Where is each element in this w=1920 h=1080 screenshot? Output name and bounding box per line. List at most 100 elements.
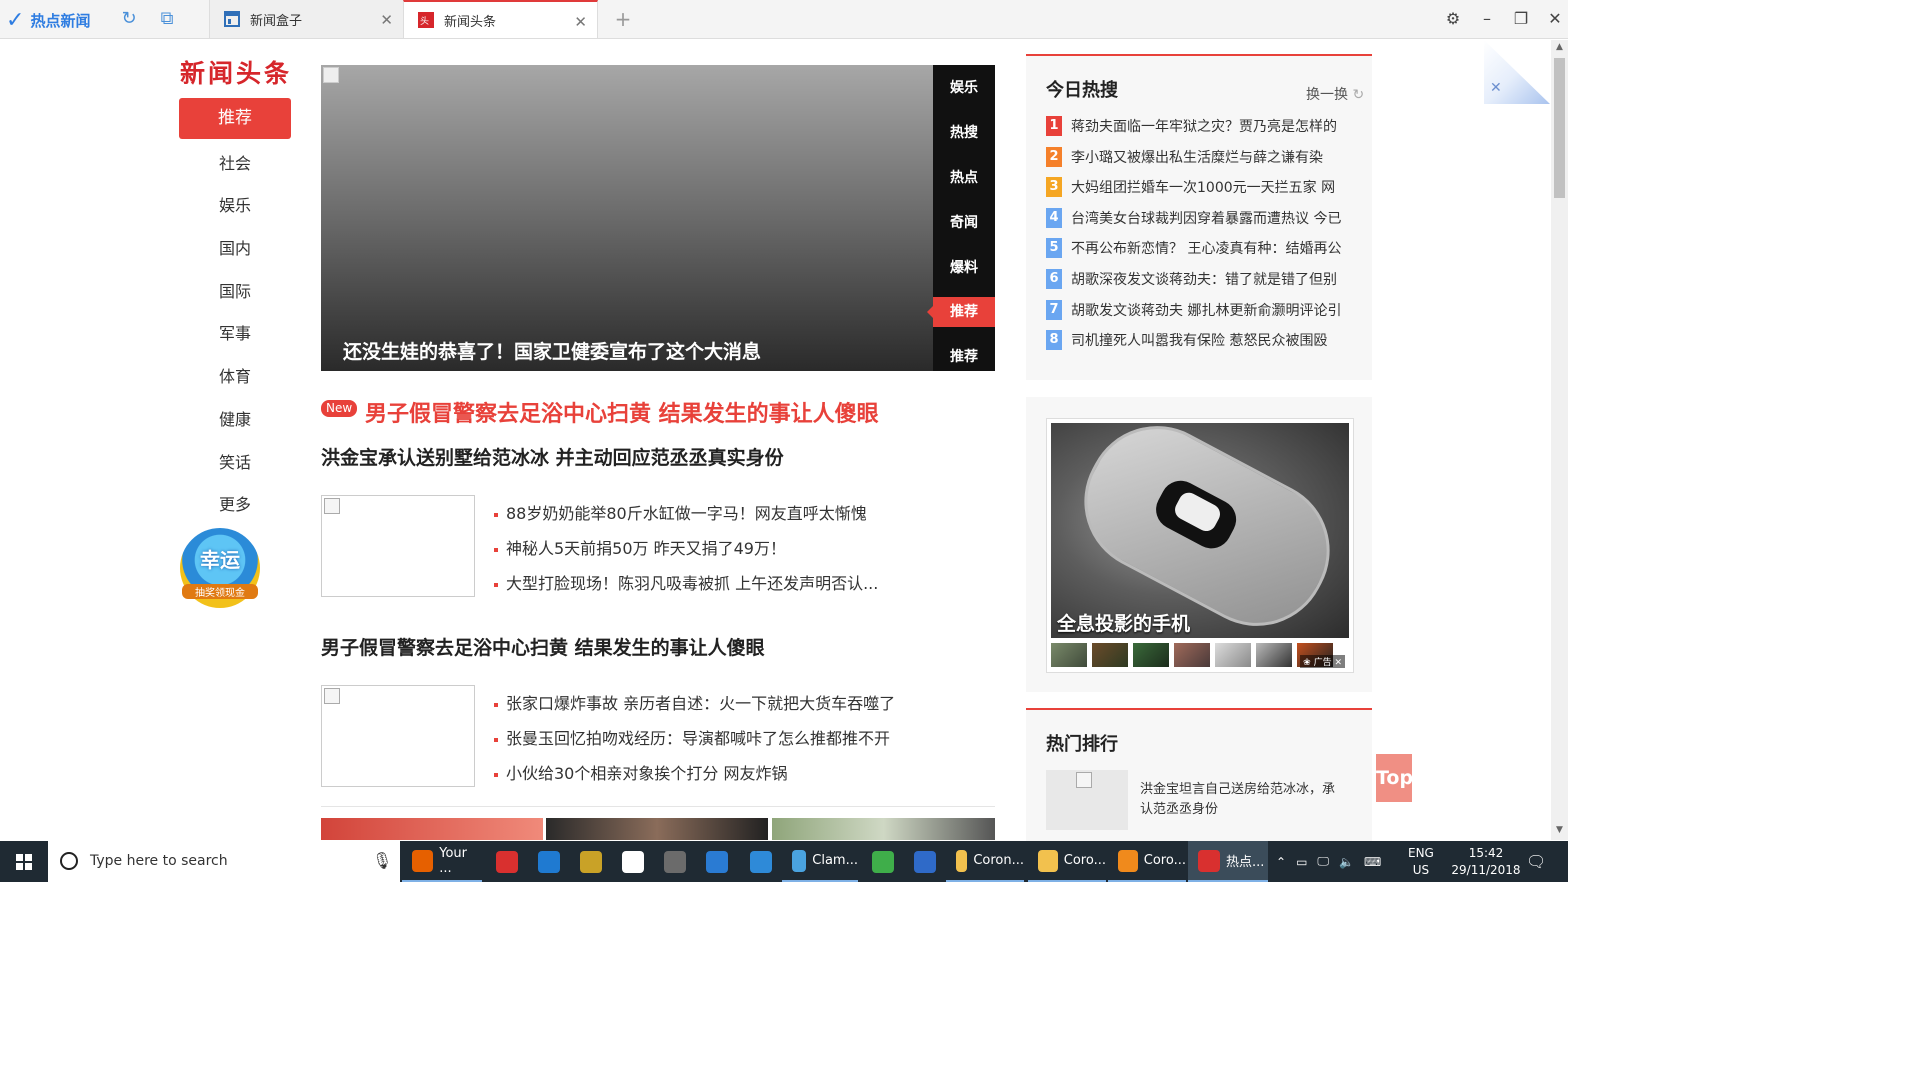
hot-search-item[interactable]: 5 不再公布新恋情？ 王心凌真有种：结婚再公 (1046, 237, 1351, 259)
ad-thumbnail[interactable] (1256, 643, 1292, 667)
ad-thumbnail[interactable] (1174, 643, 1210, 667)
close-window-icon[interactable]: ✕ (1544, 8, 1566, 30)
taskbar-app[interactable]: Your ... (402, 841, 482, 882)
hot-search-item[interactable]: 8 司机撞死人叫嚣我有保险 惹怒民众被围殴 (1046, 329, 1351, 351)
scroll-thumb[interactable] (1554, 58, 1565, 198)
hot-search-item[interactable]: 1 蒋劲夫面临一年牢狱之灾？贾乃亮是怎样的 (1046, 115, 1351, 137)
network-icon[interactable]: 🖵 (1317, 854, 1329, 869)
article-image-strip[interactable] (321, 818, 543, 840)
hero-tab-recommend-active[interactable]: 推荐 (927, 297, 995, 327)
close-icon[interactable]: ✕ (1490, 80, 1502, 96)
headline-3[interactable]: 男子假冒警察去足浴中心扫黄 结果发生的事让人傻眼 (321, 633, 765, 660)
ad-tag[interactable]: ❀ 广告 ✕ (1300, 655, 1345, 668)
keyboard-icon[interactable]: ⌨ (1364, 855, 1381, 869)
hero-tab-entertainment[interactable]: 娱乐 (933, 73, 995, 103)
chevron-up-icon[interactable]: ⌃ (1276, 855, 1286, 869)
ad-thumbnail[interactable] (1133, 643, 1169, 667)
nav-item-more[interactable]: 更多 (179, 491, 291, 515)
taskbar-app[interactable] (740, 841, 780, 882)
volume-icon[interactable]: 🔈 (1339, 855, 1354, 869)
refresh-icon[interactable]: ↻ (120, 10, 138, 28)
article-image-strip[interactable] (772, 818, 995, 840)
close-icon[interactable]: ✕ (574, 13, 587, 31)
nav-item-sports[interactable]: 体育 (179, 363, 291, 387)
nav-item-domestic[interactable]: 国内 (179, 235, 291, 259)
ad-box[interactable]: 全息投影的手机 ❀ 广告 ✕ (1046, 418, 1354, 673)
vertical-scrollbar[interactable]: ▲ ▼ (1551, 40, 1568, 840)
nav-item-entertainment[interactable]: 娱乐 (179, 192, 291, 216)
taskbar-app[interactable]: Coro... (1028, 841, 1106, 882)
maximize-icon[interactable]: ❐ (1510, 8, 1532, 30)
list-item[interactable]: 张曼玉回忆拍吻戏经历：导演都喊咔了怎么推都推不开 (494, 725, 890, 749)
taskbar-app[interactable]: Clam... (782, 841, 858, 882)
list-item[interactable]: 张家口爆炸事故 亲历者自述：火一下就把大货车吞噬了 (494, 690, 895, 714)
taskbar-app[interactable] (486, 841, 526, 882)
nav-item-recommend[interactable]: 推荐 (179, 98, 291, 139)
nav-item-health[interactable]: 健康 (179, 406, 291, 430)
start-button[interactable] (0, 841, 48, 882)
list-item[interactable]: 神秘人5天前捐50万 昨天又捐了49万！ (494, 535, 786, 559)
taskbar-app[interactable] (570, 841, 610, 882)
hot-rank-thumbnail[interactable] (1046, 770, 1128, 830)
hero-tab-hot-search[interactable]: 热搜 (933, 118, 995, 148)
headline-featured[interactable]: 男子假冒警察去足浴中心扫黄 结果发生的事让人傻眼 (365, 396, 879, 428)
tab-news-headlines[interactable]: 头 新闻头条 ✕ (403, 0, 598, 38)
lucky-draw-badge[interactable]: 幸运 抽奖领现金 (180, 528, 260, 608)
article-thumbnail[interactable] (321, 685, 475, 787)
close-icon[interactable]: ✕ (380, 11, 393, 29)
article-thumbnail[interactable] (321, 495, 475, 597)
list-item[interactable]: 88岁奶奶能举80斤水缸做一字马！网友直呼太惭愧 (494, 500, 867, 524)
nav-item-military[interactable]: 军事 (179, 320, 291, 344)
ad-thumbnail[interactable] (1051, 643, 1087, 667)
hot-search-item[interactable]: 4 台湾美女台球裁判因穿着暴露而遭热议 今已 (1046, 207, 1351, 229)
refresh-button[interactable]: 换一换 ↻ (1306, 84, 1364, 104)
app-logo[interactable]: ✓ 热点新闻 (6, 8, 90, 33)
battery-icon[interactable]: ▭ (1296, 855, 1307, 869)
taskbar-app[interactable] (904, 841, 944, 882)
headline-2[interactable]: 洪金宝承认送别墅给范冰冰 并主动回应范丞丞真实身份 (321, 443, 784, 470)
settings-gear-icon[interactable]: ⚙ (1442, 8, 1464, 30)
restore-tabs-icon[interactable]: ⧉ (158, 10, 176, 28)
back-to-top-button[interactable]: Top (1376, 754, 1413, 802)
nav-item-jokes[interactable]: 笑话 (179, 449, 291, 473)
brand-logo[interactable]: 新闻头条 (180, 54, 292, 90)
article-image-strip[interactable] (546, 818, 768, 840)
minimize-icon[interactable]: – (1476, 8, 1498, 30)
microphone-icon[interactable]: 🎙 (372, 851, 392, 870)
tab-news-box[interactable]: 新闻盒子 ✕ (209, 0, 403, 38)
taskbar-search[interactable]: Type here to search 🎙 (48, 841, 400, 882)
ad-image[interactable]: 全息投影的手机 (1051, 423, 1349, 638)
nav-item-society[interactable]: 社会 (179, 150, 291, 174)
clock[interactable]: 15:42 29/11/2018 (1446, 841, 1526, 882)
ad-thumbnail[interactable] (1215, 643, 1251, 667)
notifications-icon[interactable]: 🗨 (1526, 841, 1546, 882)
hero-image[interactable]: 还没生娃的恭喜了！国家卫健委宣布了这个大消息 (321, 65, 933, 371)
hero-tab-breaking[interactable]: 爆料 (933, 253, 995, 283)
taskbar-app[interactable] (696, 841, 736, 882)
list-item[interactable]: 大型打脸现场！陈羽凡吸毒被抓 上午还发声明否认... (494, 570, 878, 594)
ad-caption[interactable]: 全息投影的手机 (1057, 609, 1190, 636)
language-indicator[interactable]: ENG US (1408, 841, 1434, 882)
taskbar-app[interactable] (612, 841, 652, 882)
taskbar-app[interactable]: 热点... (1188, 841, 1268, 882)
hot-search-item[interactable]: 2 李小璐又被爆出私生活糜烂与薛之谦有染 (1046, 146, 1351, 168)
hero-carousel[interactable]: 还没生娃的恭喜了！国家卫健委宣布了这个大消息 娱乐 热搜 热点 奇闻 爆料 推荐… (321, 65, 995, 371)
new-tab-button[interactable]: + (612, 8, 634, 30)
ad-thumbnail[interactable] (1092, 643, 1128, 667)
hero-tab-recommend[interactable]: 推荐 (933, 342, 995, 372)
list-item[interactable]: 小伙给30个相亲对象挨个打分 网友炸锅 (494, 760, 787, 784)
hero-caption[interactable]: 还没生娃的恭喜了！国家卫健委宣布了这个大消息 (343, 337, 761, 364)
taskbar-app[interactable]: Coron... (946, 841, 1024, 882)
taskbar-app[interactable] (654, 841, 694, 882)
taskbar-app[interactable] (862, 841, 902, 882)
hot-search-item[interactable]: 7 胡歌发文谈蒋劲夫 娜扎林更新俞灏明评论引 (1046, 299, 1351, 321)
close-icon[interactable]: ✕ (1334, 658, 1342, 668)
taskbar-app[interactable] (528, 841, 568, 882)
hero-tab-hotspot[interactable]: 热点 (933, 163, 995, 193)
scroll-up-arrow-icon[interactable]: ▲ (1551, 42, 1568, 52)
hot-search-item[interactable]: 6 胡歌深夜发文谈蒋劲夫：错了就是错了但别 (1046, 268, 1351, 290)
hero-tab-oddities[interactable]: 奇闻 (933, 208, 995, 238)
nav-item-international[interactable]: 国际 (179, 278, 291, 302)
hot-rank-item[interactable]: 洪金宝坦言自己送房给范冰冰，承认范丞丞身份 (1140, 780, 1340, 820)
taskbar-app[interactable]: Coro... (1108, 841, 1186, 882)
